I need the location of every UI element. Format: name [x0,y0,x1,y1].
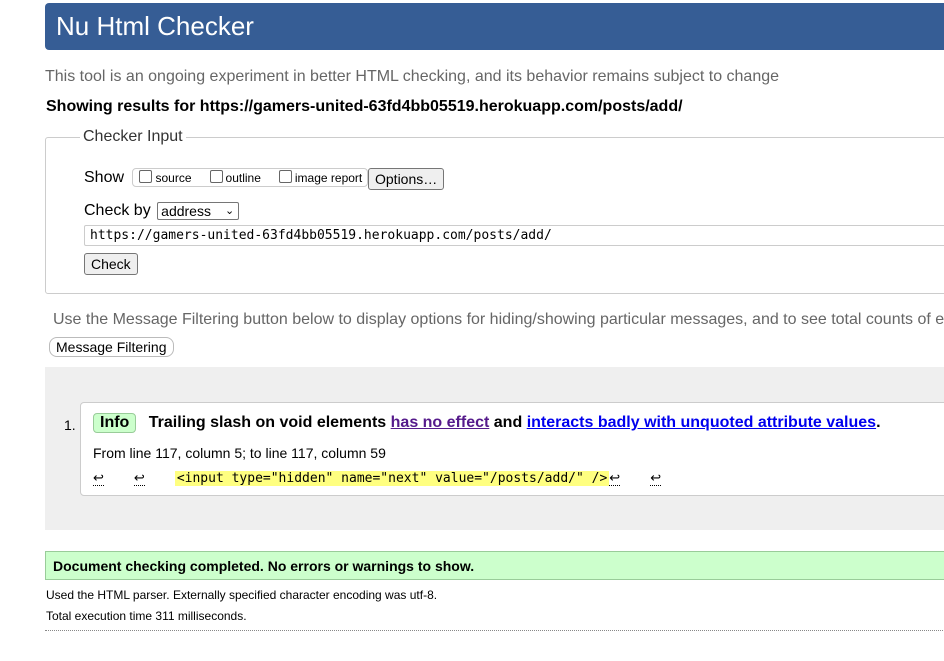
show-options-group: source outline image report [132,168,369,187]
outline-checkbox[interactable] [209,170,223,183]
check-by-select-value: address [161,203,211,219]
line-feed-icon: ↩ [133,471,145,486]
message-period: . [876,414,881,431]
filter-intro-text: Use the Message Filtering button below t… [53,311,944,328]
message-filtering-button[interactable]: Message Filtering [49,337,174,357]
line-feed-icon: ↩ [609,471,621,486]
success-message: Document checking completed. No errors o… [45,551,944,580]
chevron-down-icon: ⌄ [224,205,235,217]
show-row: Show source outline image report [84,168,369,187]
message-extract: ↩ ↩ <input type="hidden" name="next" value… [93,469,662,486]
unquoted-attributes-link[interactable]: interacts badly with unquoted attribute … [527,414,876,431]
showing-results-text: Showing results for https://gamers-unite… [46,98,683,115]
results-panel: 1. Info Trailing slash on void elements … [45,367,944,530]
line-feed-icon: ↩ [650,471,662,486]
has-no-effect-link[interactable]: has no effect [391,414,490,431]
show-label: Show [84,168,125,186]
source-checkbox[interactable] [139,170,153,183]
checker-input-fieldset: Checker Input Show source outline image re… [45,128,944,294]
intro-text: This tool is an ongoing experiment in be… [45,68,780,85]
message-number: 1. [64,417,76,433]
message-title: Trailing slash on void elements [148,414,387,431]
header-bar: Nu Html Checker [45,3,944,50]
checker-input-legend: Checker Input [80,128,186,146]
info-badge: Info [93,413,137,433]
url-input[interactable]: https://gamers-united-63fd4bb05519.herok… [84,225,944,246]
message-item: Info Trailing slash on void elements has… [80,402,944,496]
check-by-label: Check by [84,202,151,220]
check-by-row: Check by address ⌄ [84,202,240,220]
divider [45,630,944,631]
source-option-label[interactable]: source [155,171,191,185]
message-header: Info Trailing slash on void elements has… [93,413,881,433]
parser-info: Used the HTML parser. Externally specifi… [46,588,438,602]
message-location: From line 117, column 5; to line 117, co… [93,445,386,461]
execution-time: Total execution time 311 milliseconds. [46,609,247,623]
line-feed-icon: ↩ [93,471,104,486]
options-button[interactable]: Options… [368,168,445,190]
image-report-checkbox[interactable] [278,170,292,183]
page-title: Nu Html Checker [56,11,254,41]
highlighted-code: <input type="hidden" name="next" value="… [174,471,610,486]
outline-option-label[interactable]: outline [226,171,261,185]
check-by-select[interactable]: address ⌄ [157,202,240,220]
check-button[interactable]: Check [84,253,138,275]
image-report-option-label[interactable]: image report [295,171,362,185]
message-and-text: and [493,414,523,431]
